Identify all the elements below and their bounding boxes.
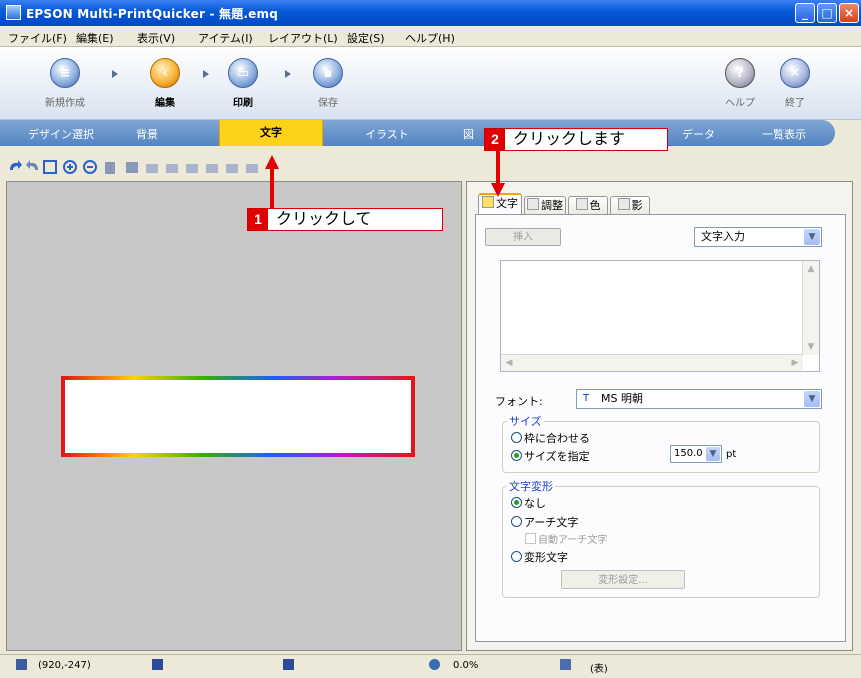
edit-tool-icons <box>10 160 258 174</box>
vertical-scrollbar[interactable]: ▲ ▼ <box>802 261 819 355</box>
text-input-area[interactable]: ▲ ▼ ◀ ▶ <box>500 260 820 372</box>
size-specify-radio[interactable]: サイズを指定 <box>511 448 590 464</box>
function-tab-strip: デザイン選択 背景 文字 イラスト 図 データ 一覧表示 <box>0 120 835 146</box>
tab-figure[interactable]: 図 <box>463 126 474 142</box>
text-frame[interactable] <box>61 376 415 457</box>
tab-data[interactable]: データ <box>682 126 715 142</box>
size-group <box>502 421 820 473</box>
app-icon <box>6 5 21 20</box>
chevron-down-icon: ▼ <box>706 447 720 461</box>
size-unit: pt <box>726 449 737 460</box>
annotation-callout-2: 2 クリックします <box>484 128 668 151</box>
menu-help[interactable]: ヘルプ(H) <box>405 30 455 46</box>
insert-button[interactable]: 挿入 <box>485 228 561 246</box>
status-side: (表) <box>590 664 608 675</box>
transform-deform-radio[interactable]: 変形文字 <box>511 549 568 565</box>
step-save[interactable]: ▪ 保存 <box>305 58 351 109</box>
deform-settings-button[interactable]: 変形設定... <box>561 570 685 589</box>
application-window: EPSON Multi-PrintQuicker - 無題.emq _ □ × … <box>0 0 861 678</box>
menu-view[interactable]: 表示(V) <box>137 30 175 46</box>
zoom-icon <box>429 659 440 670</box>
close-button[interactable]: × <box>839 3 859 23</box>
rotate-icon[interactable] <box>226 164 238 173</box>
help-button[interactable]: ? ヘルプ <box>717 58 763 109</box>
status-zoom: 0.0% <box>453 660 479 671</box>
undo-icon[interactable] <box>10 160 22 170</box>
annotation-arrow-2 <box>496 151 500 185</box>
edit-icon: ‹ <box>150 58 180 88</box>
step-arrow-icon <box>203 70 209 78</box>
select-icon[interactable] <box>43 160 57 174</box>
tab-illustration[interactable]: イラスト <box>365 126 409 142</box>
menu-edit[interactable]: 編集(E) <box>76 30 114 46</box>
scroll-left-icon[interactable]: ◀ <box>501 355 517 371</box>
flag-end-icon <box>283 659 294 670</box>
size-value-select[interactable]: 150.0 ▼ <box>670 445 722 463</box>
step-new[interactable]: ≡ 新規作成 <box>42 58 88 109</box>
status-coordinates: (920,-247) <box>38 660 91 671</box>
font-label: フォント: <box>495 395 543 408</box>
group-icon[interactable] <box>246 164 258 173</box>
back-icon[interactable] <box>146 164 158 173</box>
step-print[interactable]: ▭ 印刷 <box>220 58 266 109</box>
font-select[interactable]: T MS 明朝 ▼ <box>576 389 822 409</box>
tab-list-view[interactable]: 一覧表示 <box>762 126 806 142</box>
tab-panel-adjust[interactable]: 調整 <box>524 196 566 214</box>
scroll-up-icon[interactable]: ▲ <box>803 261 819 277</box>
new-document-icon: ≡ <box>50 58 80 88</box>
tab-panel-color[interactable]: 色 <box>568 196 608 214</box>
step-arrow-icon <box>112 70 118 78</box>
front-icon[interactable] <box>126 162 138 173</box>
input-mode-select[interactable]: 文字入力 ▼ <box>694 227 822 247</box>
menu-settings[interactable]: 設定(S) <box>347 30 385 46</box>
menu-layout[interactable]: レイアウト(L) <box>268 30 338 46</box>
print-icon: ▭ <box>228 58 258 88</box>
annotation-callout-1: 1 クリックして <box>247 208 443 231</box>
menu-file[interactable]: ファイル(F) <box>8 30 67 46</box>
maximize-button[interactable]: □ <box>817 3 837 23</box>
tab-background[interactable]: 背景 <box>136 126 158 142</box>
arrow-down-icon <box>491 183 505 197</box>
minimize-button[interactable]: _ <box>795 3 815 23</box>
size-group-title: サイズ <box>507 413 544 429</box>
tab-panel-shadow[interactable]: 影 <box>610 196 650 214</box>
tab-design-select[interactable]: デザイン選択 <box>28 126 94 142</box>
transform-none-radio[interactable]: なし <box>511 495 546 511</box>
step-edit[interactable]: ‹ 編集 <box>142 58 188 109</box>
horizontal-scrollbar[interactable]: ◀ ▶ <box>501 354 803 371</box>
paper-icon <box>560 659 571 670</box>
flag-icon <box>152 659 163 670</box>
backward-icon[interactable] <box>186 164 198 173</box>
scroll-down-icon[interactable]: ▼ <box>803 339 819 355</box>
auto-arch-checkbox[interactable]: 自動アーチ文字 <box>525 531 607 546</box>
title-bar[interactable]: EPSON Multi-PrintQuicker - 無題.emq _ □ × <box>0 0 861 26</box>
transform-arch-radio[interactable]: アーチ文字 <box>511 514 578 530</box>
transform-group-title: 文字変形 <box>507 478 555 494</box>
exit-button[interactable]: ✕ 終了 <box>772 58 818 109</box>
arrow-up-icon <box>265 155 279 169</box>
window-title: EPSON Multi-PrintQuicker - 無題.emq <box>26 7 279 21</box>
redo-icon[interactable] <box>26 160 38 170</box>
size-fit-radio[interactable]: 枠に合わせる <box>511 430 590 446</box>
delete-icon[interactable] <box>105 162 115 174</box>
chevron-down-icon: ▼ <box>804 229 820 245</box>
tab-text[interactable]: 文字 <box>219 120 323 146</box>
chevron-down-icon: ▼ <box>804 391 820 407</box>
zoom-out-icon[interactable] <box>83 160 97 174</box>
scroll-right-icon[interactable]: ▶ <box>787 355 803 371</box>
align-icon[interactable] <box>206 164 218 173</box>
menu-item[interactable]: アイテム(I) <box>198 30 253 46</box>
truetype-font-icon: T <box>583 393 590 404</box>
zoom-in-icon[interactable] <box>63 160 77 174</box>
help-icon: ? <box>725 58 755 88</box>
forward-icon[interactable] <box>166 164 178 173</box>
annotation-arrow-1 <box>270 168 274 208</box>
pointer-icon <box>16 659 27 670</box>
exit-icon: ✕ <box>780 58 810 88</box>
step-arrow-icon <box>285 70 291 78</box>
save-icon: ▪ <box>313 58 343 88</box>
